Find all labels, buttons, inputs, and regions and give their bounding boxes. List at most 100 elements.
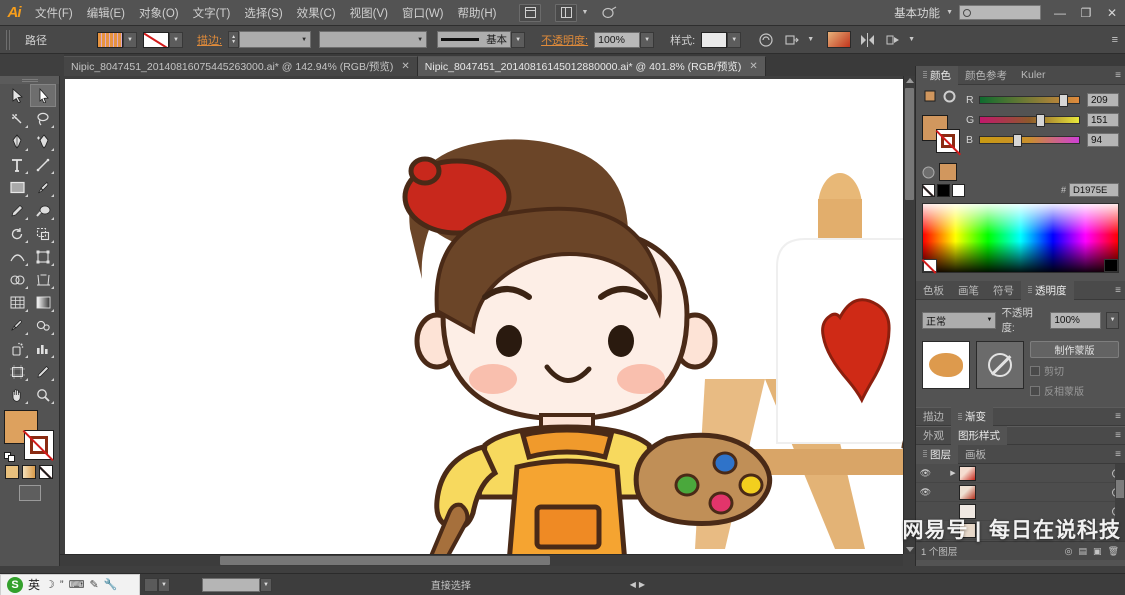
scroll-down-arrow-icon[interactable]	[906, 547, 914, 552]
isolate-group-icon[interactable]	[756, 30, 776, 50]
slider-value-g[interactable]: 151	[1087, 113, 1119, 127]
gradient-grip-icon[interactable]	[958, 412, 962, 421]
add-anchor-point-tool[interactable]	[30, 130, 56, 153]
transparency-grip-icon[interactable]	[1028, 286, 1032, 294]
fill-color-swatch[interactable]	[97, 31, 123, 48]
canvas-vertical-scrollbar[interactable]	[903, 76, 915, 554]
color-panel-menu-icon[interactable]: ≡	[1115, 70, 1121, 81]
pen-tool[interactable]	[4, 130, 30, 153]
tab-appearance[interactable]: 外观	[916, 426, 951, 445]
minimize-button[interactable]: —	[1047, 2, 1073, 24]
swatch-white[interactable]	[952, 183, 965, 197]
slider-value-r[interactable]: 209	[1087, 93, 1119, 107]
spectrum-black-swatch[interactable]	[1104, 259, 1118, 272]
menu-file[interactable]: 文件(F)	[28, 1, 80, 25]
color-mode-color[interactable]	[5, 465, 19, 479]
bridge-mini-icon[interactable]	[598, 4, 620, 22]
menu-help[interactable]: 帮助(H)	[451, 1, 504, 25]
fill-chevron-down-icon[interactable]: ▼	[123, 31, 137, 48]
swatch-none[interactable]	[922, 183, 935, 197]
transform-chevron-down-icon[interactable]: ▼	[807, 36, 814, 43]
tools-panel-grip[interactable]	[0, 76, 59, 84]
horizontal-scroll-thumb[interactable]	[220, 556, 550, 565]
restore-button[interactable]: ❐	[1073, 2, 1099, 24]
rectangle-tool[interactable]	[4, 176, 30, 199]
control-bar-menu-icon[interactable]: ≡	[1112, 34, 1119, 46]
search-input[interactable]	[959, 5, 1041, 20]
transform-each-icon[interactable]	[883, 30, 903, 50]
ime-toolbar[interactable]: S 英 ☽ ” ⌨ ✎ 🔧	[0, 573, 140, 595]
gradient-panel-menu-icon[interactable]: ≡	[1115, 411, 1121, 422]
default-fill-stroke-icon[interactable]	[4, 452, 16, 462]
tab-artboards[interactable]: 画板	[958, 445, 993, 464]
color-spectrum[interactable]	[921, 203, 1119, 274]
wrench-icon[interactable]: 🔧	[104, 578, 118, 591]
paintbrush-tool[interactable]	[30, 176, 56, 199]
lasso-tool[interactable]	[30, 107, 56, 130]
color-mode-gradient[interactable]	[22, 465, 36, 479]
tab-stroke[interactable]: 描边	[916, 407, 951, 426]
keyboard-icon[interactable]: ⌨	[69, 578, 85, 591]
workspace-label[interactable]: 基本功能	[890, 5, 944, 21]
layers-list[interactable]: 👁 ▶ 👁	[916, 464, 1125, 542]
free-transform-tool[interactable]	[30, 245, 56, 268]
tab-layers[interactable]: 图层	[916, 444, 958, 464]
zoom-chevron-down-icon[interactable]: ▼	[158, 577, 170, 592]
tab-color[interactable]: 颜色	[916, 65, 958, 85]
mesh-tool[interactable]	[4, 291, 30, 314]
table-row[interactable]: 👁	[916, 483, 1125, 502]
tab-symbols[interactable]: 符号	[986, 281, 1021, 300]
visibility-eye-icon[interactable]: 👁	[918, 467, 933, 480]
document-tab-1[interactable]: Nipic_8047451_20140816075445263000.ai* @…	[64, 56, 418, 76]
tab-transparency[interactable]: 透明度	[1021, 280, 1074, 300]
layers-scrollbar[interactable]	[1115, 464, 1125, 541]
visibility-eye-icon[interactable]	[918, 505, 933, 518]
quote-icon[interactable]: ”	[60, 579, 64, 591]
tab-kuler[interactable]: Kuler	[1014, 66, 1053, 85]
color-stroke-icon[interactable]	[943, 90, 956, 103]
ink-icon[interactable]: ✎	[89, 578, 98, 591]
slider-thumb-r[interactable]	[1059, 94, 1069, 107]
magic-wand-tool[interactable]	[4, 107, 30, 130]
slider-track-r[interactable]	[979, 94, 1080, 107]
document-tab-1-close-icon[interactable]: ✕	[401, 61, 409, 72]
clip-checkbox-row[interactable]: 剪切	[1030, 363, 1119, 378]
blend-mode-select[interactable]: 正常 ▼	[922, 311, 997, 329]
stroke-weight-chevron-down-icon[interactable]: ▼	[301, 37, 307, 43]
artboard-tool[interactable]	[4, 360, 30, 383]
panel-grip-icon[interactable]	[923, 71, 927, 79]
transparency-opacity-input[interactable]: 100%	[1050, 311, 1102, 329]
control-bar-grip[interactable]	[6, 29, 11, 50]
column-graph-tool[interactable]	[30, 337, 56, 360]
stroke-profile-chevron-down-icon[interactable]: ▼	[417, 37, 423, 43]
invert-mask-checkbox-row[interactable]: 反相蒙版	[1030, 383, 1119, 398]
nav-prev-icon[interactable]: ◀	[630, 580, 636, 589]
create-sublayer-icon[interactable]: ▤	[1079, 546, 1088, 557]
pencil-tool[interactable]	[4, 199, 30, 222]
transparency-panel-menu-icon[interactable]: ≡	[1115, 285, 1121, 296]
slider-value-b[interactable]: 94	[1087, 133, 1119, 147]
blend-tool[interactable]	[30, 314, 56, 337]
graphic-style-swatch[interactable]	[701, 31, 728, 48]
delete-layer-icon[interactable]: 🗑	[1108, 546, 1119, 557]
blob-brush-tool[interactable]	[30, 199, 56, 222]
ime-mode-label[interactable]: 英	[28, 576, 40, 593]
stroke-color-swatch[interactable]	[143, 31, 169, 48]
visibility-eye-icon[interactable]: 👁	[918, 486, 933, 499]
transparency-artwork-thumbnail[interactable]	[922, 341, 970, 389]
slider-track-g[interactable]	[979, 114, 1080, 127]
graphic-styles-panel-menu-icon[interactable]: ≡	[1115, 430, 1121, 441]
spectrum-none-swatch[interactable]	[921, 259, 937, 274]
align-objects-icon[interactable]	[857, 30, 877, 50]
slider-thumb-b[interactable]	[1012, 134, 1022, 147]
stroke-swatch[interactable]	[22, 430, 54, 462]
document-tab-2[interactable]: Nipic_8047451_20140816145012880000.ai* @…	[417, 56, 766, 76]
eyedropper-tool[interactable]	[4, 314, 30, 337]
transform-each-chevron-down-icon[interactable]: ▼	[908, 36, 915, 43]
opacity-chevron-down-icon[interactable]: ▼	[640, 31, 655, 48]
color-mode-toggle-icon[interactable]	[922, 166, 935, 179]
table-row[interactable]	[916, 502, 1125, 521]
zoom-input[interactable]	[202, 577, 260, 592]
arrange-documents-icon[interactable]	[555, 3, 578, 22]
nav-next-icon[interactable]: ▶	[639, 580, 645, 589]
